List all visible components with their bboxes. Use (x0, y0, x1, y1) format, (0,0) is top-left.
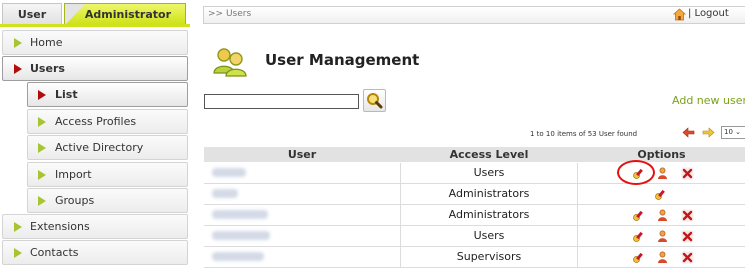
user-permissions-icon[interactable] (656, 230, 669, 243)
sidebar-item-label: List (55, 88, 78, 101)
sidebar-item-extensions[interactable]: Extensions (2, 214, 188, 239)
access-level-cell: Users (400, 226, 578, 246)
edit-user-icon[interactable] (632, 230, 645, 243)
items-per-page-select[interactable]: 10 ⌄ (721, 126, 745, 139)
table-row: Users (204, 226, 745, 247)
items-per-page-value: 10 (724, 128, 733, 136)
sidebar-item-groups[interactable]: Groups (27, 188, 188, 213)
user-permissions-icon[interactable] (656, 251, 669, 264)
tab-user[interactable]: User (2, 3, 62, 24)
delete-user-icon[interactable] (681, 230, 694, 243)
sidebar-item-access-profiles[interactable]: Access Profiles (27, 109, 188, 134)
search-button[interactable] (363, 89, 386, 112)
column-header-user[interactable]: User (204, 147, 400, 162)
breadcrumb: >> Users (208, 9, 252, 19)
sidebar-item-label: Home (30, 36, 63, 49)
arrow-right-icon (14, 38, 22, 48)
user-name-blurred[interactable] (212, 210, 268, 219)
edit-user-icon[interactable] (632, 251, 645, 264)
search-icon (367, 93, 383, 109)
arrow-right-icon (38, 117, 46, 127)
sidebar-item-import[interactable]: Import (27, 162, 188, 187)
arrow-right-icon (38, 170, 46, 180)
edit-user-icon[interactable] (632, 209, 645, 222)
table-row: Users (204, 163, 745, 184)
column-header-options: Options (637, 148, 686, 161)
tab-administrator[interactable]: Administrator (64, 3, 186, 25)
user-name-blurred[interactable] (212, 168, 246, 177)
access-level-cell: Users (400, 163, 578, 183)
highlight-annotation (617, 160, 655, 185)
access-level-cell: Supervisors (400, 247, 578, 267)
users-group-icon (213, 48, 247, 77)
delete-user-icon[interactable] (681, 167, 694, 180)
home-icon[interactable] (673, 8, 686, 21)
user-name-blurred[interactable] (212, 252, 264, 261)
sidebar-item-home[interactable]: Home (2, 30, 188, 55)
sidebar-item-active-directory[interactable]: Active Directory (27, 135, 188, 160)
arrow-right-icon (38, 196, 46, 206)
arrow-right-icon (14, 222, 22, 232)
previous-page-icon[interactable] (682, 126, 695, 139)
table-row: Administrators (204, 184, 745, 205)
pagination-summary: 1 to 10 items of 53 User found (530, 130, 638, 138)
sidebar-item-label: Extensions (30, 220, 90, 233)
sidebar-item-label: Contacts (30, 246, 79, 259)
edit-user-icon[interactable] (654, 188, 667, 201)
delete-user-icon[interactable] (681, 251, 694, 264)
column-header-access-level[interactable]: Access Level (400, 147, 578, 162)
logout-link[interactable]: | Logout (688, 8, 729, 19)
sidebar-item-label: Import (55, 168, 92, 181)
tabs-underline (0, 24, 190, 27)
sidebar-item-contacts[interactable]: Contacts (2, 240, 188, 265)
role-tabs: User Administrator (0, 0, 193, 25)
delete-user-icon[interactable] (681, 209, 694, 222)
sidebar-item-list[interactable]: List (27, 82, 188, 107)
table-row: Administrators (204, 205, 745, 226)
table-header: User Access Level Options (204, 147, 745, 162)
arrow-right-icon (14, 248, 22, 258)
sidebar: User Administrator Home Users List Acces… (0, 0, 193, 270)
sidebar-item-label: Access Profiles (55, 115, 137, 128)
next-page-icon[interactable] (702, 126, 715, 139)
user-permissions-icon[interactable] (656, 209, 669, 222)
tab-administrator-label: Administrator (84, 8, 171, 21)
user-permissions-icon[interactable] (656, 167, 669, 180)
access-level-cell: Administrators (400, 184, 578, 204)
add-new-user-link[interactable]: Add new user (672, 94, 745, 107)
user-name-blurred[interactable] (212, 231, 270, 240)
user-name-blurred[interactable] (212, 189, 238, 198)
sidebar-item-label: Groups (55, 194, 95, 207)
sidebar-item-users[interactable]: Users (2, 56, 188, 81)
arrow-right-icon (38, 90, 46, 100)
sidebar-item-label: Active Directory (55, 141, 144, 154)
page-title: User Management (265, 51, 420, 69)
access-level-cell: Administrators (400, 205, 578, 225)
arrow-right-icon (14, 64, 22, 74)
top-bar: >> Users | Logout (203, 6, 745, 24)
table-row: Supervisors (204, 247, 745, 268)
search-input[interactable] (204, 94, 359, 109)
arrow-right-icon (38, 143, 46, 153)
sidebar-item-label: Users (30, 62, 65, 75)
